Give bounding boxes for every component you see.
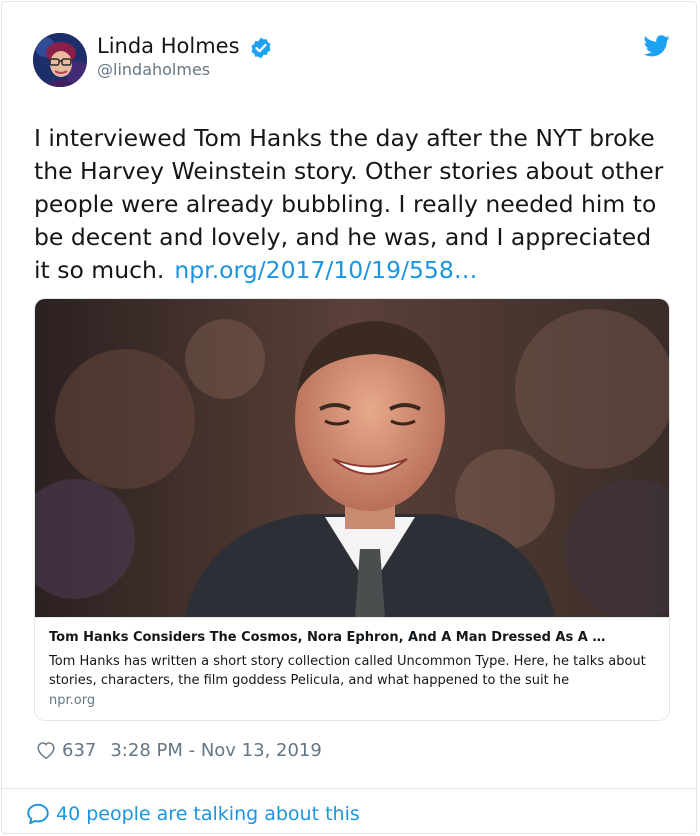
twitter-bird-icon[interactable] <box>644 35 670 57</box>
tweet-link[interactable]: npr.org/2017/10/19/558… <box>174 256 477 284</box>
tweet-meta: 637 3:28 PM - Nov 13, 2019 <box>35 737 322 763</box>
like-count[interactable]: 637 <box>62 740 96 761</box>
card-title[interactable]: Tom Hanks Considers The Cosmos, Nora Eph… <box>49 630 654 645</box>
card-body: Tom Hanks Considers The Cosmos, Nora Eph… <box>35 617 669 720</box>
verified-badge-icon <box>251 37 271 59</box>
timestamp[interactable]: 3:28 PM - Nov 13, 2019 <box>110 740 321 761</box>
avatar-image <box>33 33 87 87</box>
divider <box>2 788 696 789</box>
card-domain: npr.org <box>49 693 96 708</box>
author-handle[interactable]: @lindaholmes <box>97 60 210 79</box>
heart-icon[interactable] <box>35 739 57 761</box>
tweet-text: I interviewed Tom Hanks the day after th… <box>34 122 674 287</box>
embedded-tweet: Linda Holmes @lindaholmes I interviewed … <box>1 1 697 834</box>
speech-bubble-icon <box>27 803 49 825</box>
author-name[interactable]: Linda Holmes <box>97 34 240 58</box>
card-description: Tom Hanks has written a short story coll… <box>49 654 646 688</box>
conversation-link[interactable]: 40 people are talking about this <box>25 799 360 829</box>
avatar[interactable] <box>33 33 87 87</box>
conversation-text[interactable]: 40 people are talking about this <box>56 803 360 825</box>
link-preview-card[interactable]: Tom Hanks Considers The Cosmos, Nora Eph… <box>34 298 670 721</box>
card-image <box>35 299 669 617</box>
tweet-header: Linda Holmes @lindaholmes <box>2 2 696 102</box>
